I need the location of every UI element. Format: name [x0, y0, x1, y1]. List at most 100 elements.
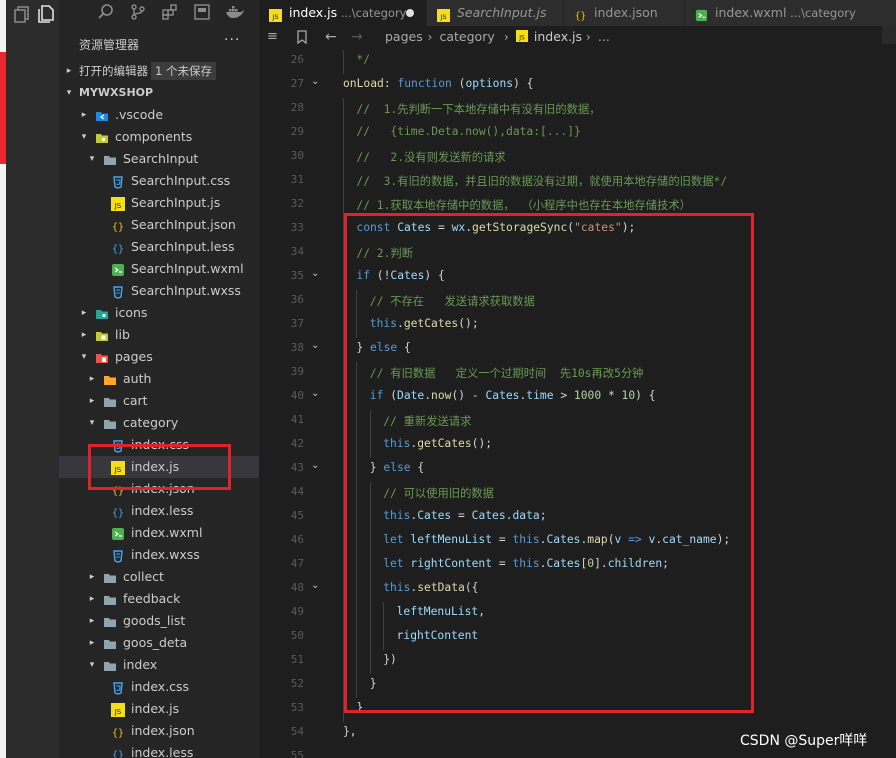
breadcrumb-separator: ›	[503, 29, 509, 44]
tab-index-js[interactable]: JS index.js ...\category	[259, 0, 426, 26]
tree-file[interactable]: SearchInput.wxss	[59, 280, 259, 302]
fold-chevron-icon[interactable]: ⌄	[311, 460, 319, 471]
chevron-down-icon: ▾	[81, 132, 87, 142]
extensions-icon[interactable]	[161, 3, 179, 21]
tree-item-label: index.css	[131, 679, 190, 694]
js-icon: JS	[269, 6, 282, 22]
breadcrumb-item[interactable]: category	[440, 26, 495, 48]
code-line: onLoad: function (options) {	[343, 77, 534, 90]
tree-item-label: lib	[115, 327, 130, 342]
tree-folder[interactable]: ▾ SearchInput	[59, 148, 259, 170]
line-number: 34	[290, 245, 304, 258]
tab-index-json[interactable]: {} index.json	[564, 0, 684, 26]
tree-file[interactable]: index.wxml	[59, 522, 259, 544]
tree-file[interactable]: {} index.less	[59, 742, 259, 758]
unsaved-dot-icon[interactable]	[406, 9, 414, 17]
svg-text:JS: JS	[518, 34, 525, 41]
tab-searchinput-js[interactable]: JS SearchInput.js	[427, 0, 563, 26]
tree-item-label: feedback	[123, 591, 181, 606]
line-number: 39	[290, 365, 304, 378]
search-icon[interactable]	[97, 3, 115, 21]
code-line: // 2.没有则发送新的请求	[356, 151, 506, 164]
tree-file[interactable]: JS SearchInput.js	[59, 192, 259, 214]
tree-folder[interactable]: ▾ index	[59, 654, 259, 676]
tree-item-label: SearchInput.json	[131, 217, 236, 232]
tree-file[interactable]: {} SearchInput.json	[59, 214, 259, 236]
tree-folder[interactable]: ▾ components	[59, 126, 259, 148]
indent-guide	[343, 98, 344, 122]
line-number: 45	[290, 509, 304, 522]
folder-icon	[103, 372, 117, 386]
source-control-icon[interactable]	[129, 3, 147, 21]
svg-text:JS: JS	[271, 13, 278, 21]
tree-file[interactable]: {} index.json	[59, 720, 259, 742]
tree-folder[interactable]: ▸ collect	[59, 566, 259, 588]
copy-icon[interactable]	[11, 3, 33, 25]
tree-file[interactable]: SearchInput.css	[59, 170, 259, 192]
svg-text:{}: {}	[112, 728, 124, 739]
tree-item-label: index.js	[131, 701, 180, 716]
tree-item-label: goos_deta	[123, 635, 188, 650]
fold-chevron-icon[interactable]: ⌄	[311, 340, 319, 351]
remote-explorer-icon[interactable]	[193, 3, 211, 21]
chevron-right-icon: ▸	[81, 110, 87, 120]
fold-chevron-icon[interactable]: ⌄	[311, 388, 319, 399]
tree-file[interactable]: JS index.js	[59, 698, 259, 720]
css-icon	[111, 680, 125, 695]
breadcrumb-item[interactable]: ...	[598, 26, 610, 48]
tree-file[interactable]: {} index.less	[59, 500, 259, 522]
tree-file[interactable]: {} SearchInput.less	[59, 236, 259, 258]
workspace-section[interactable]: ▾ MYWXSHOP	[59, 82, 259, 104]
tree-item-label: SearchInput.js	[131, 195, 221, 210]
chevron-right-icon: ▸	[89, 374, 95, 384]
tree-folder[interactable]: ▸ .vscode	[59, 104, 259, 126]
tree-item-label: SearchInput.css	[131, 173, 231, 188]
tree-folder[interactable]: ▸ goos_deta	[59, 632, 259, 654]
line-number: 40	[290, 389, 304, 402]
more-actions-icon[interactable]: ···	[224, 32, 240, 48]
tree-folder[interactable]: ▸ auth	[59, 368, 259, 390]
folder-icon	[103, 394, 117, 408]
tree-folder[interactable]: ▸ cart	[59, 390, 259, 412]
tree-file[interactable]: index.wxss	[59, 544, 259, 566]
line-number: 36	[290, 293, 304, 306]
tab-index-wxml[interactable]: index.wxml ...\category	[685, 0, 896, 26]
less-icon: {}	[111, 240, 125, 255]
code-editor[interactable]: 26 */ 27 ⌄ onLoad: function (options) {28 // …	[259, 48, 896, 758]
bookmark-icon[interactable]	[295, 30, 309, 44]
unsaved-badge: 1 个未保存	[151, 62, 216, 80]
folder-icon	[103, 152, 117, 166]
tree-item-label: components	[115, 129, 193, 144]
line-number: 47	[290, 557, 304, 570]
list-icon[interactable]: ≡	[267, 26, 278, 48]
fold-chevron-icon[interactable]: ⌄	[311, 580, 319, 591]
tree-folder[interactable]: ▾ category	[59, 412, 259, 434]
tree-folder[interactable]: ▸ lib	[59, 324, 259, 346]
tree-folder[interactable]: ▾ pages	[59, 346, 259, 368]
less-icon: {}	[111, 504, 125, 519]
folder-icon	[103, 658, 117, 672]
tree-file[interactable]: SearchInput.wxml	[59, 258, 259, 280]
watermark: CSDN @Super咩咩	[740, 733, 868, 749]
svg-text:{}: {}	[112, 222, 124, 233]
activity-bar	[6, 0, 59, 758]
breadcrumb-item[interactable]: JS index.js	[515, 26, 582, 48]
line-number: 44	[290, 485, 304, 498]
tree-folder[interactable]: ▸ icons	[59, 302, 259, 324]
breadcrumb-item[interactable]: pages	[385, 26, 423, 48]
tree-folder[interactable]: ▸ goods_list	[59, 610, 259, 632]
open-editors-section[interactable]: ▸ 打开的编辑器 1 个未保存	[59, 60, 259, 82]
back-arrow-icon[interactable]: ←	[325, 26, 337, 48]
fold-chevron-icon[interactable]: ⌄	[311, 76, 319, 87]
forward-arrow-icon[interactable]: →	[351, 26, 363, 48]
code-line: },	[343, 725, 357, 738]
js-icon: JS	[111, 702, 125, 717]
folder-icon	[95, 306, 109, 320]
tree-folder[interactable]: ▸ feedback	[59, 588, 259, 610]
fold-chevron-icon[interactable]: ⌄	[311, 268, 319, 279]
explorer-files-icon[interactable]	[36, 3, 58, 25]
line-number: 49	[290, 605, 304, 618]
docker-icon[interactable]	[225, 3, 245, 21]
tree-item-label: .vscode	[115, 107, 164, 122]
tree-file[interactable]: index.css	[59, 676, 259, 698]
